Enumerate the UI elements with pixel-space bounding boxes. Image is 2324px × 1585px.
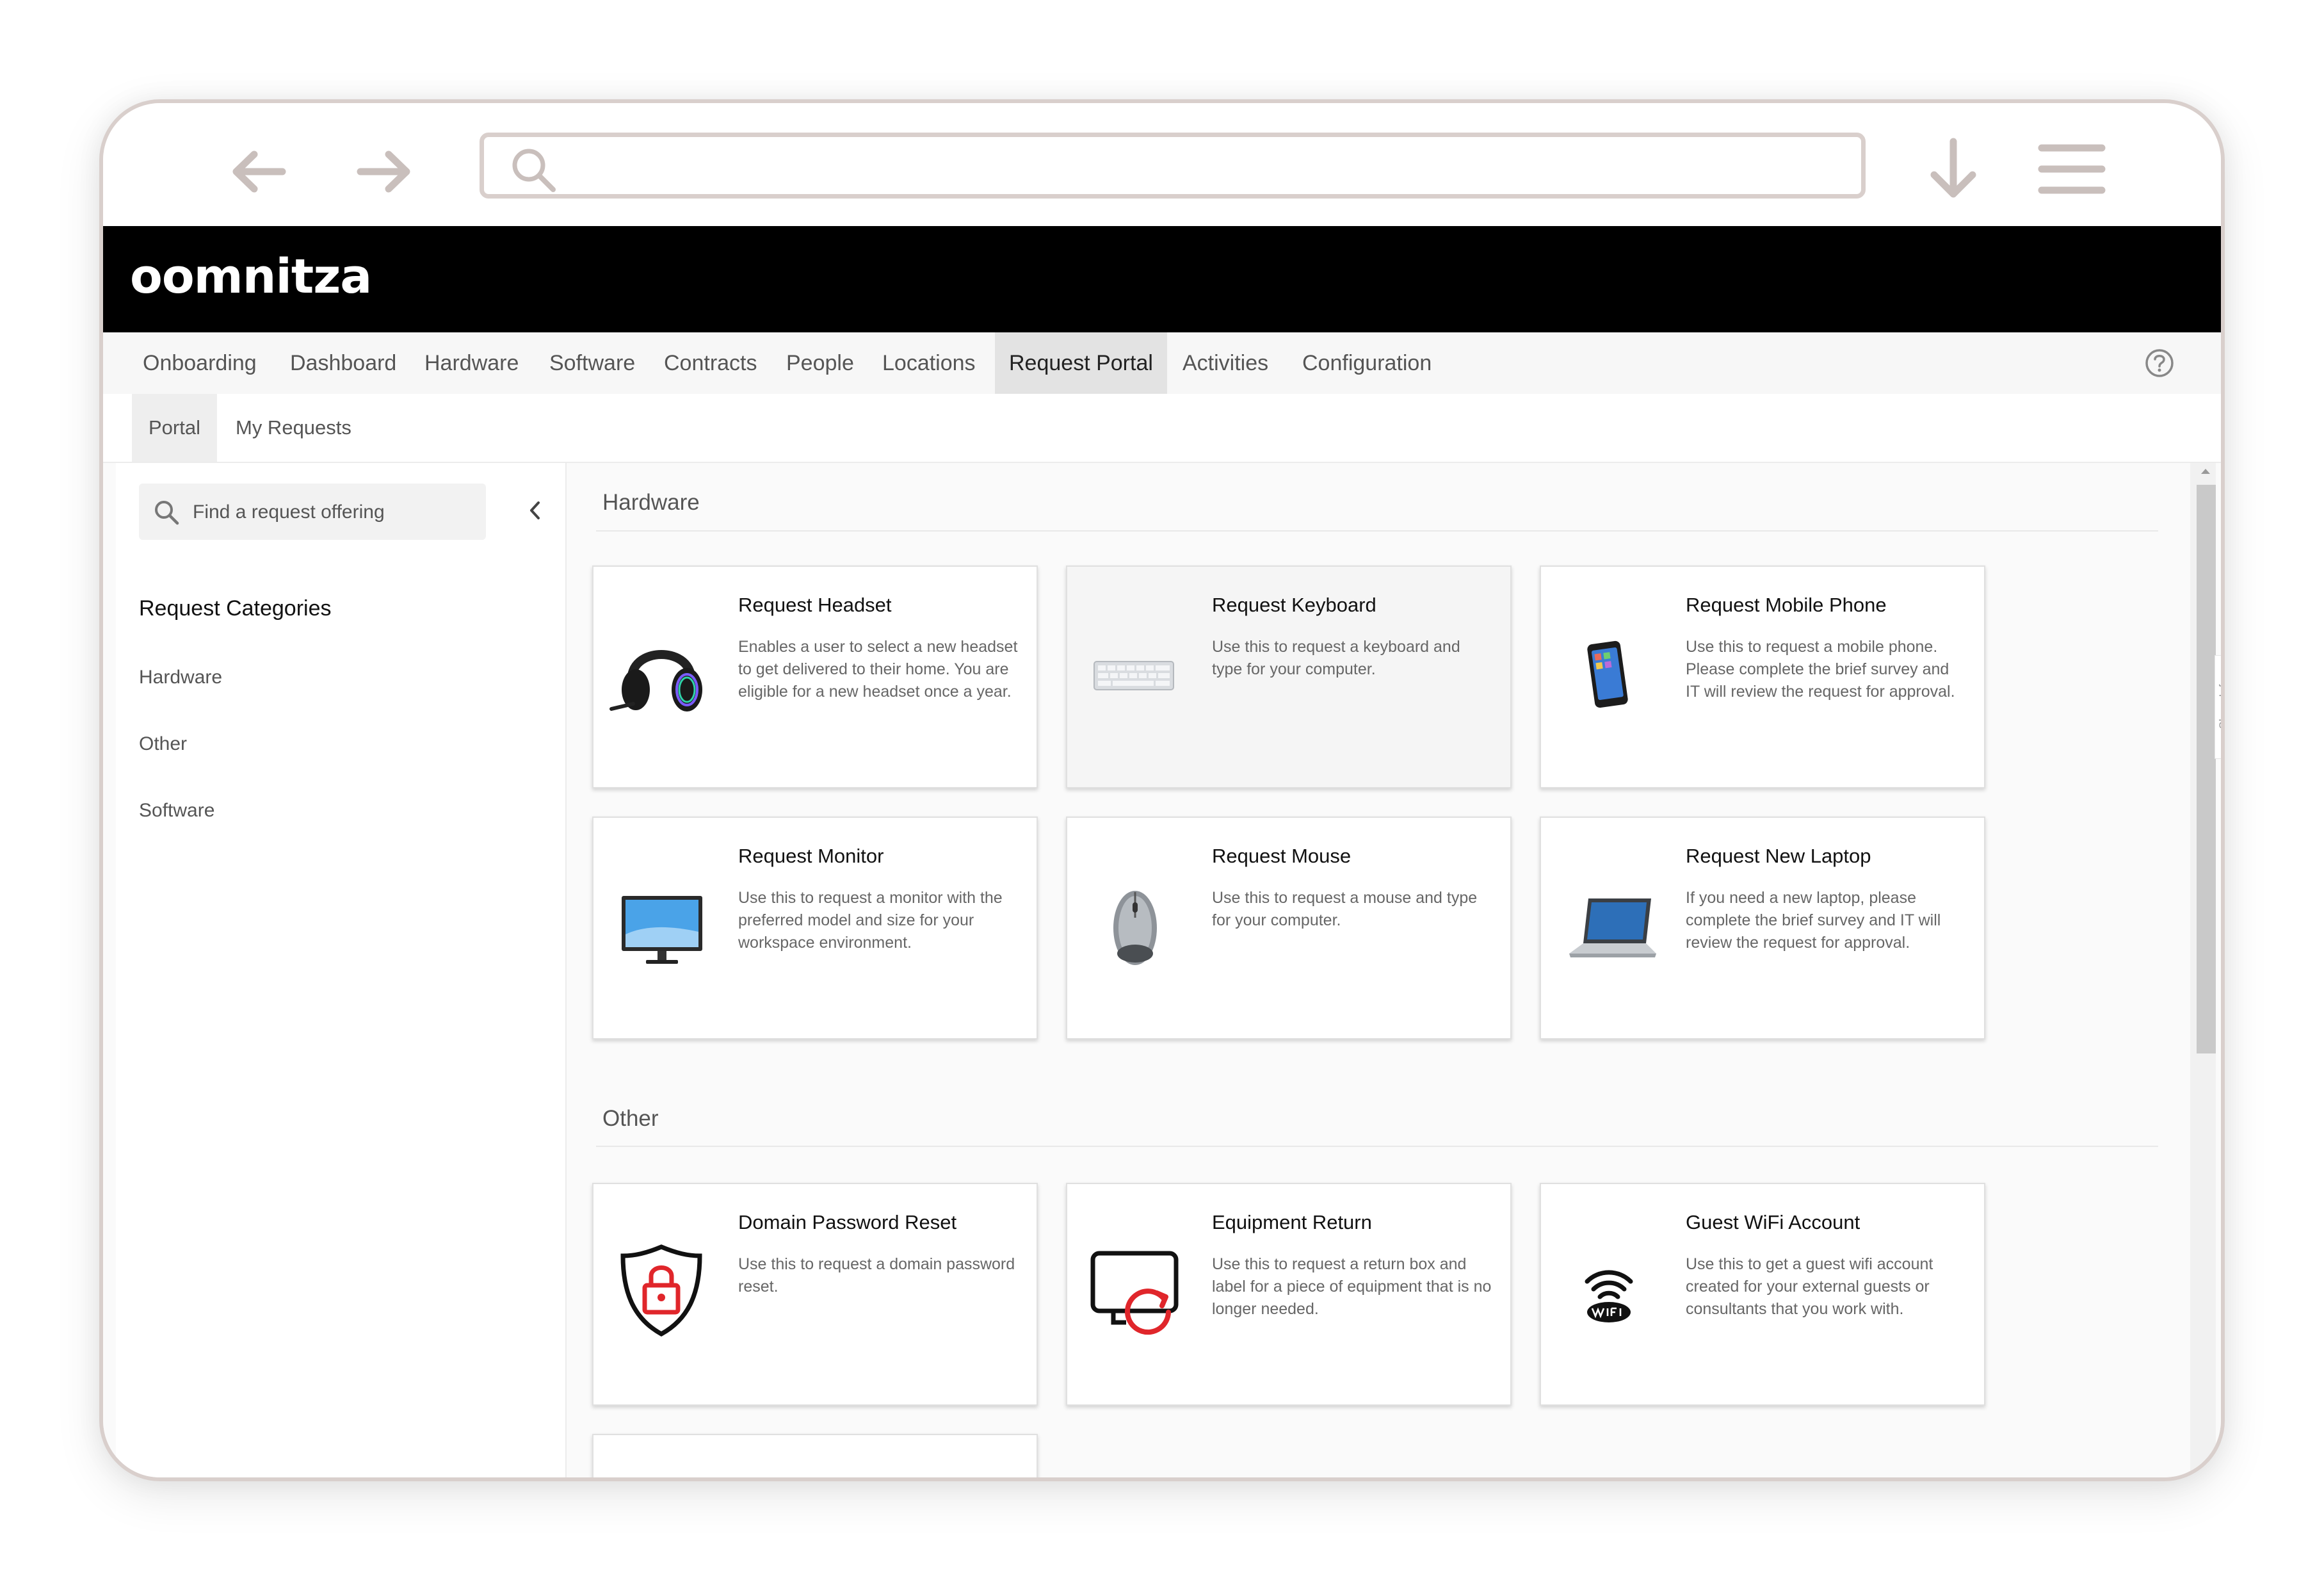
- card-description: If you need a new laptop, please complet…: [1686, 889, 1941, 952]
- address-bar[interactable]: [480, 133, 1866, 199]
- content-scrollbar[interactable]: [2190, 463, 2216, 1477]
- section-divider: [596, 530, 2158, 532]
- card-title: Request New Laptop: [1686, 845, 1871, 867]
- card-request-monitor[interactable]: Request Monitor Use this to request a mo…: [592, 817, 1038, 1039]
- card-title: Request Mobile Phone: [1686, 594, 1887, 616]
- tab-portal[interactable]: Portal: [132, 394, 217, 462]
- catalog-content: Hardware Request Headset Enables a user …: [567, 463, 2186, 1477]
- headset-icon: [608, 619, 715, 727]
- card-request-mouse[interactable]: Request Mouse Use this to request a mous…: [1066, 817, 1512, 1039]
- arrow-left-icon[interactable]: [223, 136, 294, 207]
- card-title: Guest WiFi Account: [1686, 1211, 1860, 1233]
- keyboard-icon: [1081, 619, 1189, 727]
- mobile-phone-icon: [1555, 619, 1663, 727]
- mouse-icon: [1081, 870, 1189, 978]
- show-info-toggle[interactable]: Show Info: [2215, 655, 2225, 759]
- card-title: Equipment Return: [1212, 1211, 1372, 1233]
- card-description: Use this to request a keyboard and type …: [1212, 638, 1460, 678]
- card-description: Use this to request a return box and lab…: [1212, 1255, 1492, 1318]
- scroll-up-icon[interactable]: [2199, 467, 2212, 476]
- card-description: Use this to request a domain password re…: [738, 1255, 1015, 1296]
- sub-nav: Portal My Requests: [103, 394, 2221, 463]
- download-icon[interactable]: [1921, 135, 1985, 209]
- card-description: Enables a user to select a new headset t…: [738, 638, 1018, 701]
- card-domain-password-reset[interactable]: Domain Password Reset Use this to reques…: [592, 1183, 1038, 1406]
- card-description: Use this to get a guest wifi account cre…: [1686, 1255, 1933, 1318]
- card-title: Domain Password Reset: [738, 1211, 957, 1233]
- nav-activities[interactable]: Activities: [1182, 332, 1268, 394]
- category-hardware[interactable]: Hardware: [139, 667, 222, 688]
- card-description: Use this to request a monitor with the p…: [738, 889, 1003, 952]
- category-other[interactable]: Other: [139, 733, 187, 755]
- search-icon: [155, 501, 179, 525]
- card-request-new-laptop[interactable]: Request New Laptop If you need a new lap…: [1540, 817, 1985, 1039]
- equipment-return-icon: [1081, 1237, 1189, 1344]
- device-frame: oomnitza Onboarding Dashboard Hardware S…: [99, 99, 2225, 1481]
- nav-dashboard[interactable]: Dashboard: [290, 332, 396, 394]
- card-description: Use this to request a mobile phone. Plea…: [1686, 638, 1955, 701]
- card-request-keyboard[interactable]: Request Keyboard Use this to request a k…: [1066, 565, 1512, 788]
- nav-onboarding[interactable]: Onboarding: [143, 332, 257, 394]
- card-description: Use this to request a mouse and type for…: [1212, 889, 1478, 929]
- brand-bar: oomnitza: [103, 226, 2221, 332]
- brand-logo[interactable]: oomnitza: [130, 249, 372, 304]
- section-divider: [596, 1146, 2158, 1147]
- tab-my-requests[interactable]: My Requests: [236, 394, 351, 462]
- sidebar: Request Categories Hardware Other Softwa…: [116, 463, 567, 1477]
- nav-configuration[interactable]: Configuration: [1302, 332, 1432, 394]
- monitor-icon: [608, 870, 715, 978]
- nav-contracts[interactable]: Contracts: [664, 332, 757, 394]
- section-title-other: Other: [602, 1106, 659, 1131]
- card-title: Request Keyboard: [1212, 594, 1376, 616]
- nav-locations[interactable]: Locations: [882, 332, 976, 394]
- scroll-down-icon[interactable]: [2199, 1466, 2212, 1475]
- card-title: Request Mouse: [1212, 845, 1352, 867]
- card-equipment-return[interactable]: Equipment Return Use this to request a r…: [1066, 1183, 1512, 1406]
- card-title: Request Headset: [738, 594, 892, 616]
- main-nav: Onboarding Dashboard Hardware Software C…: [103, 332, 2221, 395]
- section-title-hardware: Hardware: [602, 490, 700, 515]
- card-guest-wifi-account[interactable]: Guest WiFi Account Use this to get a gue…: [1540, 1183, 1985, 1406]
- card-request-headset[interactable]: Request Headset Enables a user to select…: [592, 565, 1038, 788]
- nav-people[interactable]: People: [786, 332, 854, 394]
- nav-software[interactable]: Software: [549, 332, 635, 394]
- category-software[interactable]: Software: [139, 800, 214, 822]
- arrow-right-icon[interactable]: [349, 136, 419, 207]
- search-icon: [512, 149, 556, 192]
- nav-request-portal[interactable]: Request Portal: [995, 332, 1167, 394]
- chevron-left-icon[interactable]: [526, 499, 545, 525]
- card-request-mobile-phone[interactable]: Request Mobile Phone Use this to request…: [1540, 565, 1985, 788]
- help-circle-icon[interactable]: [2144, 348, 2175, 382]
- categories-heading: Request Categories: [139, 596, 332, 621]
- search-input[interactable]: [191, 492, 476, 532]
- browser-toolbar: [103, 103, 2221, 226]
- shield-lock-icon: [608, 1237, 715, 1344]
- nav-hardware[interactable]: Hardware: [424, 332, 519, 394]
- card-title: Request Monitor: [738, 845, 884, 867]
- offering-search: [139, 484, 486, 540]
- hamburger-menu-icon[interactable]: [2037, 140, 2107, 201]
- card-partial[interactable]: [592, 1434, 1038, 1477]
- app-window: oomnitza Onboarding Dashboard Hardware S…: [103, 226, 2221, 1477]
- wifi-icon: [1555, 1237, 1663, 1344]
- laptop-icon: [1555, 870, 1663, 978]
- scroll-thumb[interactable]: [2197, 485, 2216, 1053]
- show-info-label: Show Info: [2217, 678, 2225, 729]
